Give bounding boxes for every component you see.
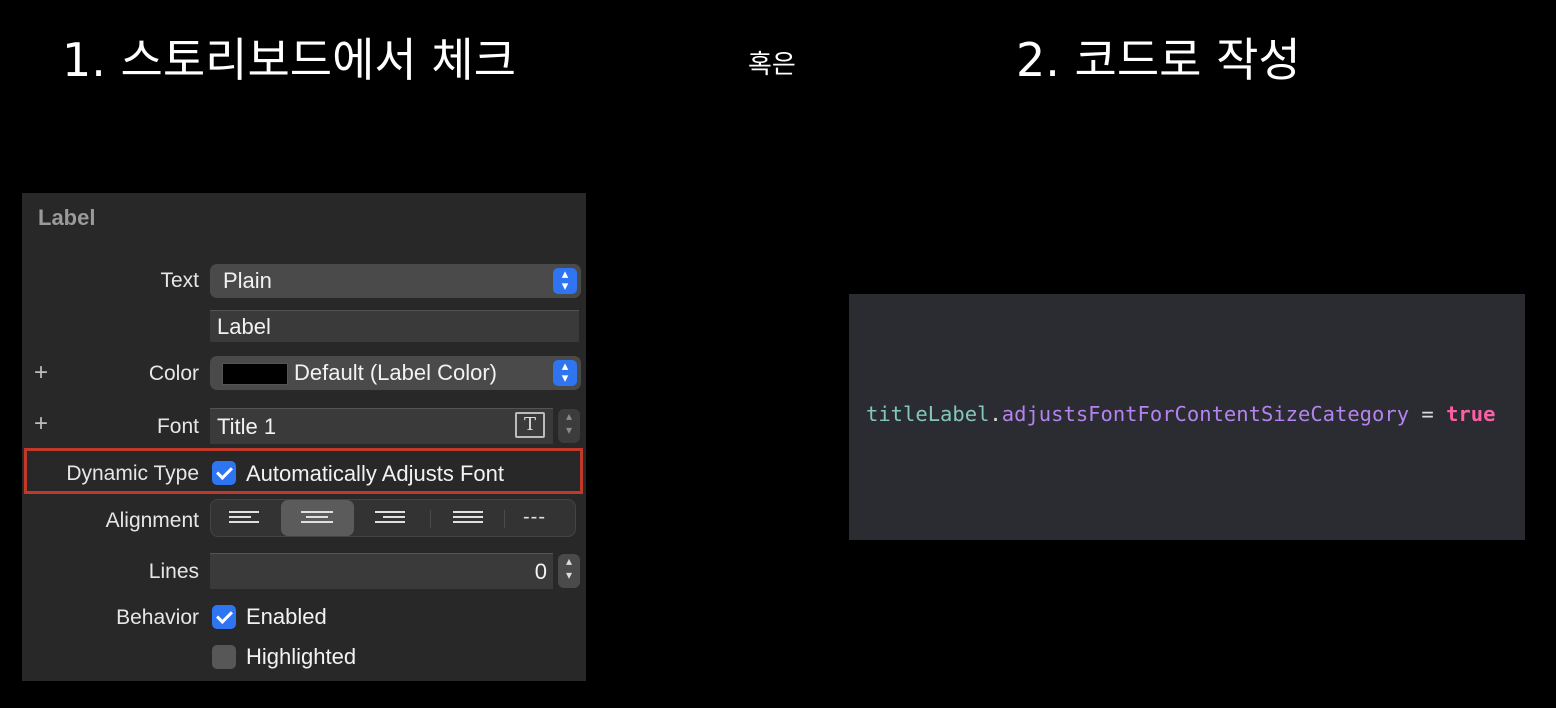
text-label: Text bbox=[160, 269, 199, 292]
code-line: titleLabel.adjustsFontForContentSizeCate… bbox=[866, 402, 1495, 426]
highlighted-label: Highlighted bbox=[246, 644, 357, 669]
color-popup[interactable]: Default (Label Color) ▴ ▾ bbox=[210, 356, 581, 390]
enabled-checkbox[interactable] bbox=[212, 605, 236, 629]
code-operator: = bbox=[1409, 402, 1447, 426]
align-left-segment[interactable] bbox=[211, 500, 284, 536]
label-text-field[interactable]: Label bbox=[210, 310, 579, 342]
text-row: Text Plain ▴ ▾ bbox=[22, 263, 586, 299]
section-title: Label bbox=[38, 205, 96, 230]
alignment-label: Alignment bbox=[105, 509, 199, 532]
color-swatch bbox=[222, 363, 288, 385]
align-right-icon bbox=[375, 511, 407, 527]
code-object: titleLabel bbox=[866, 402, 990, 426]
label-text-value: Label bbox=[217, 314, 271, 339]
storyboard-heading: 1. 스토리보드에서 체크 bbox=[62, 33, 517, 87]
lines-stepper[interactable]: ▴ ▾ bbox=[558, 554, 580, 588]
align-left-icon bbox=[229, 511, 261, 527]
font-row: + Font Title 1 T ▴ ▾ bbox=[22, 407, 586, 445]
align-center-icon bbox=[301, 511, 333, 527]
align-natural-icon: --- bbox=[523, 506, 546, 528]
align-natural-segment[interactable]: --- bbox=[505, 500, 578, 536]
behavior-label: Behavior bbox=[116, 606, 199, 629]
align-justified-icon bbox=[453, 511, 485, 527]
font-size-stepper[interactable]: ▴ ▾ bbox=[558, 409, 580, 443]
align-justified-segment[interactable] bbox=[431, 500, 504, 536]
code-value: true bbox=[1446, 402, 1496, 426]
align-center-segment[interactable] bbox=[281, 500, 354, 536]
color-add-variation-button[interactable]: + bbox=[34, 359, 48, 387]
font-value: Title 1 bbox=[217, 414, 277, 439]
font-add-variation-button[interactable]: + bbox=[34, 410, 48, 438]
lines-value: 0 bbox=[534, 559, 547, 584]
text-type-value: Plain bbox=[223, 268, 272, 293]
lines-label: Lines bbox=[148, 560, 199, 583]
attributes-inspector-panel: Label Text Plain ▴ ▾ Label + Color Defaul… bbox=[22, 193, 586, 681]
color-value: Default (Label Color) bbox=[294, 360, 497, 385]
highlighted-checkbox[interactable] bbox=[212, 645, 236, 669]
color-label: Color bbox=[148, 362, 199, 385]
lines-field[interactable]: 0 bbox=[210, 553, 553, 589]
text-type-popup[interactable]: Plain ▴ ▾ bbox=[210, 264, 581, 298]
popup-chevrons-icon: ▴ ▾ bbox=[553, 267, 577, 294]
enabled-label: Enabled bbox=[246, 604, 327, 629]
align-right-segment[interactable] bbox=[357, 500, 430, 536]
auto-adjusts-font-label: Automatically Adjusts Font bbox=[246, 461, 505, 486]
dynamic-type-row: Dynamic Type Automatically Adjusts Font bbox=[22, 457, 586, 487]
or-separator: 혹은 bbox=[748, 50, 796, 80]
alignment-segmented-control: --- bbox=[210, 499, 576, 537]
code-dot: . bbox=[989, 402, 1002, 426]
font-field[interactable]: Title 1 T bbox=[210, 408, 553, 444]
font-label: Font bbox=[156, 415, 199, 438]
code-heading: 2. 코드로 작성 bbox=[1016, 33, 1301, 87]
code-property: adjustsFontForContentSizeCategory bbox=[1001, 402, 1410, 426]
color-row: + Color Default (Label Color) ▴ ▾ bbox=[22, 356, 586, 392]
code-snippet-panel: titleLabel.adjustsFontForContentSizeCate… bbox=[849, 294, 1525, 540]
font-picker-icon[interactable]: T bbox=[515, 412, 545, 438]
popup-chevrons-icon: ▴ ▾ bbox=[553, 359, 577, 386]
dynamic-type-label: Dynamic Type bbox=[66, 462, 199, 485]
auto-adjusts-font-checkbox[interactable] bbox=[212, 461, 236, 485]
